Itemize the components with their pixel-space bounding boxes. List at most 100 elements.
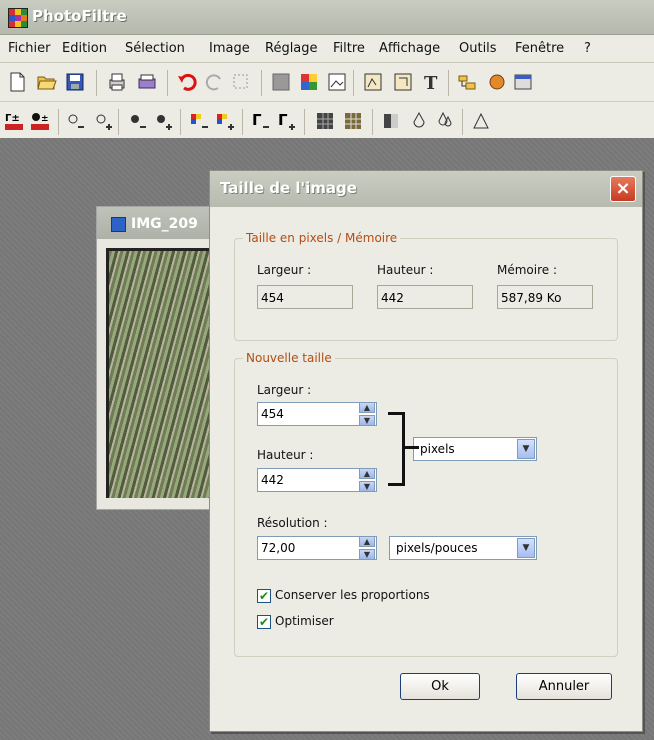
menu-help[interactable]: ?: [584, 41, 591, 56]
pixel-size-group: Taille en pixels / Mémoire Largeur : 454…: [234, 231, 618, 341]
menu-outils[interactable]: Outils: [459, 41, 497, 56]
chevron-down-icon[interactable]: ▼: [517, 439, 535, 459]
brightness-plus-icon[interactable]: [92, 110, 114, 132]
menu-affichage[interactable]: Affichage: [379, 41, 440, 56]
current-height-label: Hauteur :: [377, 263, 434, 277]
drops-icon[interactable]: [434, 110, 456, 132]
new-size-group: Nouvelle taille Largeur : 454 ▲ ▼ Hauteur…: [234, 351, 618, 657]
proportion-link-tick: [403, 446, 419, 449]
text-tool-icon[interactable]: T: [420, 71, 442, 93]
explorer-icon[interactable]: [456, 71, 478, 93]
new-height-spinner[interactable]: ▲ ▼: [359, 468, 375, 492]
close-icon[interactable]: ×: [610, 176, 636, 202]
new-width-label: Largeur :: [257, 383, 312, 397]
drop-icon[interactable]: [408, 110, 430, 132]
resolution-spinner[interactable]: ▲ ▼: [359, 536, 375, 560]
pixel-size-group-label: Taille en pixels / Mémoire: [243, 231, 401, 245]
plugin-icon[interactable]: [486, 71, 508, 93]
cancel-button[interactable]: Annuler: [516, 673, 612, 700]
canvas-size-icon[interactable]: [392, 71, 414, 93]
adjust-toolbar: Γ± ± Γ Γ: [0, 102, 654, 141]
svg-text:T: T: [424, 73, 438, 93]
size-unit-select[interactable]: pixels ▼: [413, 437, 537, 461]
proportion-link-bracket: [388, 412, 405, 486]
svg-text:±: ±: [41, 114, 49, 124]
saturation-minus-icon[interactable]: [188, 110, 210, 132]
menu-selection[interactable]: Sélection: [125, 41, 185, 56]
new-document-icon[interactable]: [6, 71, 28, 93]
toolbar-separator: [448, 70, 449, 96]
menu-bar: Fichier Edition Sélection Image Réglage …: [0, 35, 654, 63]
app-titlebar: PhotoFiltre: [0, 0, 654, 35]
menu-image[interactable]: Image: [209, 41, 250, 56]
auto-levels-icon[interactable]: Γ±: [4, 110, 26, 132]
menu-filtre[interactable]: Filtre: [333, 41, 365, 56]
toolbar-separator: [462, 109, 463, 135]
toolbar-separator: [180, 109, 181, 135]
dialog-title: Taille de l'image: [220, 179, 357, 197]
keep-proportions-checkbox[interactable]: ✔: [257, 589, 271, 603]
toolbar-separator: [167, 70, 168, 96]
memory-value: 587,89 Ko: [497, 285, 593, 309]
size-unit-value: pixels: [420, 442, 455, 456]
save-icon[interactable]: [64, 71, 86, 93]
image-icon[interactable]: [326, 71, 348, 93]
resolution-unit-value: pixels/pouces: [396, 541, 478, 555]
toolbar-separator: [118, 109, 119, 135]
ok-button[interactable]: Ok: [400, 673, 480, 700]
grid-light-icon[interactable]: [342, 110, 364, 132]
print-icon[interactable]: [106, 71, 128, 93]
contrast-minus-icon[interactable]: [126, 110, 148, 132]
window-icon[interactable]: [512, 71, 534, 93]
redo-icon[interactable]: [204, 71, 226, 93]
optimize-checkbox[interactable]: ✔: [257, 615, 271, 629]
resolution-label: Résolution :: [257, 516, 328, 530]
auto-contrast-icon[interactable]: ±: [30, 110, 52, 132]
new-height-label: Hauteur :: [257, 448, 314, 462]
photofiltre-logo-icon: [8, 8, 28, 28]
app-title: PhotoFiltre: [32, 7, 127, 25]
menu-edition[interactable]: Edition: [62, 41, 107, 56]
grid-dark-icon[interactable]: [314, 110, 336, 132]
toolbar-separator: [353, 70, 354, 96]
contrast-plus-icon[interactable]: [152, 110, 174, 132]
image-document-icon: [111, 217, 126, 232]
toolbar-separator: [58, 109, 59, 135]
undo-icon[interactable]: [176, 71, 198, 93]
main-toolbar: T: [0, 63, 654, 102]
toolbar-separator: [261, 70, 262, 96]
chevron-down-icon[interactable]: ▼: [517, 538, 535, 558]
memory-label: Mémoire :: [497, 263, 558, 277]
svg-text:Γ±: Γ±: [5, 113, 20, 124]
menu-fenetre[interactable]: Fenêtre: [515, 41, 564, 56]
selection-icon[interactable]: [230, 71, 252, 93]
new-size-group-label: Nouvelle taille: [243, 351, 335, 365]
scan-icon[interactable]: [136, 71, 158, 93]
current-width-value: 454: [257, 285, 353, 309]
toolbar-separator: [96, 70, 97, 96]
soften-icon[interactable]: [380, 110, 402, 132]
palette-icon[interactable]: [298, 71, 320, 93]
triangle-icon[interactable]: [470, 110, 492, 132]
gamma-plus-icon[interactable]: Γ: [276, 110, 298, 132]
open-folder-icon[interactable]: [36, 71, 58, 93]
image-window-title: IMG_209: [131, 216, 198, 232]
resolution-unit-select[interactable]: pixels/pouces ▼: [389, 536, 537, 560]
keep-proportions-label[interactable]: Conserver les proportions: [275, 588, 430, 602]
brightness-minus-icon[interactable]: [64, 110, 86, 132]
menu-fichier[interactable]: Fichier: [8, 41, 51, 56]
gamma-minus-icon[interactable]: Γ: [250, 110, 272, 132]
current-width-label: Largeur :: [257, 263, 312, 277]
gray-square-icon[interactable]: [270, 71, 292, 93]
current-height-value: 442: [377, 285, 473, 309]
image-size-dialog: Taille de l'image × Taille en pixels / M…: [209, 170, 643, 732]
new-width-spinner[interactable]: ▲ ▼: [359, 402, 375, 426]
image-size-icon[interactable]: [362, 71, 384, 93]
dialog-titlebar[interactable]: Taille de l'image ×: [210, 171, 642, 207]
saturation-plus-icon[interactable]: [214, 110, 236, 132]
toolbar-separator: [304, 109, 305, 135]
toolbar-separator: [372, 109, 373, 135]
toolbar-separator: [242, 109, 243, 135]
optimize-label[interactable]: Optimiser: [275, 614, 334, 628]
menu-reglage[interactable]: Réglage: [265, 41, 318, 56]
